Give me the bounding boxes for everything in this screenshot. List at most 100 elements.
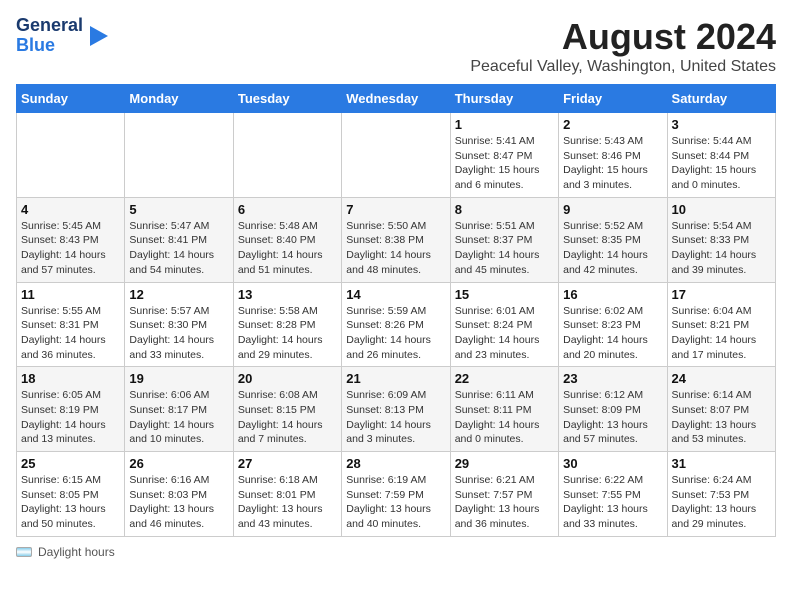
- day-info: Sunrise: 6:12 AM Sunset: 8:09 PM Dayligh…: [563, 388, 662, 447]
- logo-arrow-icon: [90, 25, 108, 47]
- calendar-cell: 14 Sunrise: 5:59 AM Sunset: 8:26 PM Dayli…: [342, 282, 450, 367]
- calendar-cell: 4 Sunrise: 5:45 AM Sunset: 8:43 PM Daylig…: [17, 197, 125, 282]
- calendar-cell: 23 Sunrise: 6:12 AM Sunset: 8:09 PM Dayli…: [559, 367, 667, 452]
- day-number: 9: [563, 202, 662, 217]
- day-number: 31: [672, 456, 771, 471]
- calendar-cell: 2Sunrise: 5:43 AM Sunset: 8:46 PM Daylig…: [559, 113, 667, 198]
- day-info: Sunrise: 6:15 AM Sunset: 8:05 PM Dayligh…: [21, 473, 120, 532]
- day-info: Sunrise: 5:47 AM Sunset: 8:41 PM Dayligh…: [129, 219, 228, 278]
- calendar-cell: 16Sunrise: 6:02 AM Sunset: 8:23 PM Dayli…: [559, 282, 667, 367]
- day-number: 27: [238, 456, 337, 471]
- day-header-friday: Friday: [559, 85, 667, 113]
- day-number: 22: [455, 371, 554, 386]
- day-number: 29: [455, 456, 554, 471]
- day-number: 11: [21, 287, 120, 302]
- day-number: 24: [672, 371, 771, 386]
- calendar-cell: [342, 113, 450, 198]
- calendar-cell: 27 Sunrise: 6:18 AM Sunset: 8:01 PM Dayli…: [233, 452, 341, 537]
- day-info: Sunrise: 6:05 AM Sunset: 8:19 PM Dayligh…: [21, 388, 120, 447]
- day-number: 12: [129, 287, 228, 302]
- day-number: 14: [346, 287, 445, 302]
- day-info: Sunrise: 5:58 AM Sunset: 8:28 PM Dayligh…: [238, 304, 337, 363]
- day-info: Sunrise: 5:41 AM Sunset: 8:47 PM Dayligh…: [455, 134, 554, 193]
- day-info: Sunrise: 6:08 AM Sunset: 8:15 PM Dayligh…: [238, 388, 337, 447]
- calendar-cell: 3Sunrise: 5:44 AM Sunset: 8:44 PM Daylig…: [667, 113, 775, 198]
- day-header-saturday: Saturday: [667, 85, 775, 113]
- day-number: 7: [346, 202, 445, 217]
- calendar-cell: 20 Sunrise: 6:08 AM Sunset: 8:15 PM Dayli…: [233, 367, 341, 452]
- day-info: Sunrise: 6:19 AM Sunset: 7:59 PM Dayligh…: [346, 473, 445, 532]
- calendar-cell: 5 Sunrise: 5:47 AM Sunset: 8:41 PM Daylig…: [125, 197, 233, 282]
- day-info: Sunrise: 6:16 AM Sunset: 8:03 PM Dayligh…: [129, 473, 228, 532]
- calendar-week-row: 1Sunrise: 5:41 AM Sunset: 8:47 PM Daylig…: [17, 113, 776, 198]
- calendar-cell: [125, 113, 233, 198]
- day-info: Sunrise: 6:18 AM Sunset: 8:01 PM Dayligh…: [238, 473, 337, 532]
- month-title: August 2024: [470, 16, 776, 58]
- day-info: Sunrise: 5:52 AM Sunset: 8:35 PM Dayligh…: [563, 219, 662, 278]
- day-info: Sunrise: 6:22 AM Sunset: 7:55 PM Dayligh…: [563, 473, 662, 532]
- calendar-cell: 21 Sunrise: 6:09 AM Sunset: 8:13 PM Dayli…: [342, 367, 450, 452]
- day-number: 5: [129, 202, 228, 217]
- day-number: 8: [455, 202, 554, 217]
- day-info: Sunrise: 5:54 AM Sunset: 8:33 PM Dayligh…: [672, 219, 771, 278]
- page-header: General Blue August 2024 Peaceful Valley…: [16, 16, 776, 76]
- day-info: Sunrise: 6:24 AM Sunset: 7:53 PM Dayligh…: [672, 473, 771, 532]
- day-number: 18: [21, 371, 120, 386]
- calendar-cell: 28 Sunrise: 6:19 AM Sunset: 7:59 PM Dayli…: [342, 452, 450, 537]
- day-number: 15: [455, 287, 554, 302]
- calendar-week-row: 25Sunrise: 6:15 AM Sunset: 8:05 PM Dayli…: [17, 452, 776, 537]
- day-info: Sunrise: 5:51 AM Sunset: 8:37 PM Dayligh…: [455, 219, 554, 278]
- day-number: 4: [21, 202, 120, 217]
- calendar-cell: 7Sunrise: 5:50 AM Sunset: 8:38 PM Daylig…: [342, 197, 450, 282]
- calendar-cell: 17Sunrise: 6:04 AM Sunset: 8:21 PM Dayli…: [667, 282, 775, 367]
- day-header-sunday: Sunday: [17, 85, 125, 113]
- calendar-cell: 13 Sunrise: 5:58 AM Sunset: 8:28 PM Dayli…: [233, 282, 341, 367]
- daylight-icon: [16, 547, 32, 557]
- calendar-cell: 1Sunrise: 5:41 AM Sunset: 8:47 PM Daylig…: [450, 113, 558, 198]
- day-header-monday: Monday: [125, 85, 233, 113]
- calendar-cell: 19 Sunrise: 6:06 AM Sunset: 8:17 PM Dayli…: [125, 367, 233, 452]
- day-number: 13: [238, 287, 337, 302]
- title-block: August 2024 Peaceful Valley, Washington,…: [470, 16, 776, 76]
- calendar-cell: 8 Sunrise: 5:51 AM Sunset: 8:37 PM Daylig…: [450, 197, 558, 282]
- calendar-table: SundayMondayTuesdayWednesdayThursdayFrid…: [16, 84, 776, 537]
- calendar-header-row: SundayMondayTuesdayWednesdayThursdayFrid…: [17, 85, 776, 113]
- calendar-cell: 31 Sunrise: 6:24 AM Sunset: 7:53 PM Dayli…: [667, 452, 775, 537]
- day-info: Sunrise: 6:02 AM Sunset: 8:23 PM Dayligh…: [563, 304, 662, 363]
- day-info: Sunrise: 6:11 AM Sunset: 8:11 PM Dayligh…: [455, 388, 554, 447]
- day-info: Sunrise: 6:06 AM Sunset: 8:17 PM Dayligh…: [129, 388, 228, 447]
- calendar-cell: 25Sunrise: 6:15 AM Sunset: 8:05 PM Dayli…: [17, 452, 125, 537]
- calendar-cell: 6 Sunrise: 5:48 AM Sunset: 8:40 PM Daylig…: [233, 197, 341, 282]
- day-number: 30: [563, 456, 662, 471]
- day-number: 6: [238, 202, 337, 217]
- day-info: Sunrise: 6:01 AM Sunset: 8:24 PM Dayligh…: [455, 304, 554, 363]
- day-info: Sunrise: 6:04 AM Sunset: 8:21 PM Dayligh…: [672, 304, 771, 363]
- day-number: 21: [346, 371, 445, 386]
- day-info: Sunrise: 5:59 AM Sunset: 8:26 PM Dayligh…: [346, 304, 445, 363]
- calendar-week-row: 4 Sunrise: 5:45 AM Sunset: 8:43 PM Daylig…: [17, 197, 776, 282]
- calendar-cell: 11 Sunrise: 5:55 AM Sunset: 8:31 PM Dayli…: [17, 282, 125, 367]
- day-info: Sunrise: 5:43 AM Sunset: 8:46 PM Dayligh…: [563, 134, 662, 193]
- day-info: Sunrise: 6:09 AM Sunset: 8:13 PM Dayligh…: [346, 388, 445, 447]
- day-number: 23: [563, 371, 662, 386]
- day-number: 28: [346, 456, 445, 471]
- day-number: 19: [129, 371, 228, 386]
- day-info: Sunrise: 5:55 AM Sunset: 8:31 PM Dayligh…: [21, 304, 120, 363]
- day-number: 10: [672, 202, 771, 217]
- day-info: Sunrise: 5:57 AM Sunset: 8:30 PM Dayligh…: [129, 304, 228, 363]
- calendar-cell: 15 Sunrise: 6:01 AM Sunset: 8:24 PM Dayli…: [450, 282, 558, 367]
- calendar-cell: 30 Sunrise: 6:22 AM Sunset: 7:55 PM Dayli…: [559, 452, 667, 537]
- day-number: 20: [238, 371, 337, 386]
- calendar-cell: 22 Sunrise: 6:11 AM Sunset: 8:11 PM Dayli…: [450, 367, 558, 452]
- calendar-footer: Daylight hours: [16, 545, 776, 559]
- calendar-cell: 29Sunrise: 6:21 AM Sunset: 7:57 PM Dayli…: [450, 452, 558, 537]
- day-info: Sunrise: 5:48 AM Sunset: 8:40 PM Dayligh…: [238, 219, 337, 278]
- day-number: 26: [129, 456, 228, 471]
- day-header-thursday: Thursday: [450, 85, 558, 113]
- logo: General Blue: [16, 16, 108, 56]
- day-info: Sunrise: 5:44 AM Sunset: 8:44 PM Dayligh…: [672, 134, 771, 193]
- logo-text-general: General: [16, 16, 83, 36]
- day-info: Sunrise: 5:45 AM Sunset: 8:43 PM Dayligh…: [21, 219, 120, 278]
- calendar-cell: 10 Sunrise: 5:54 AM Sunset: 8:33 PM Dayli…: [667, 197, 775, 282]
- calendar-week-row: 18 Sunrise: 6:05 AM Sunset: 8:19 PM Dayli…: [17, 367, 776, 452]
